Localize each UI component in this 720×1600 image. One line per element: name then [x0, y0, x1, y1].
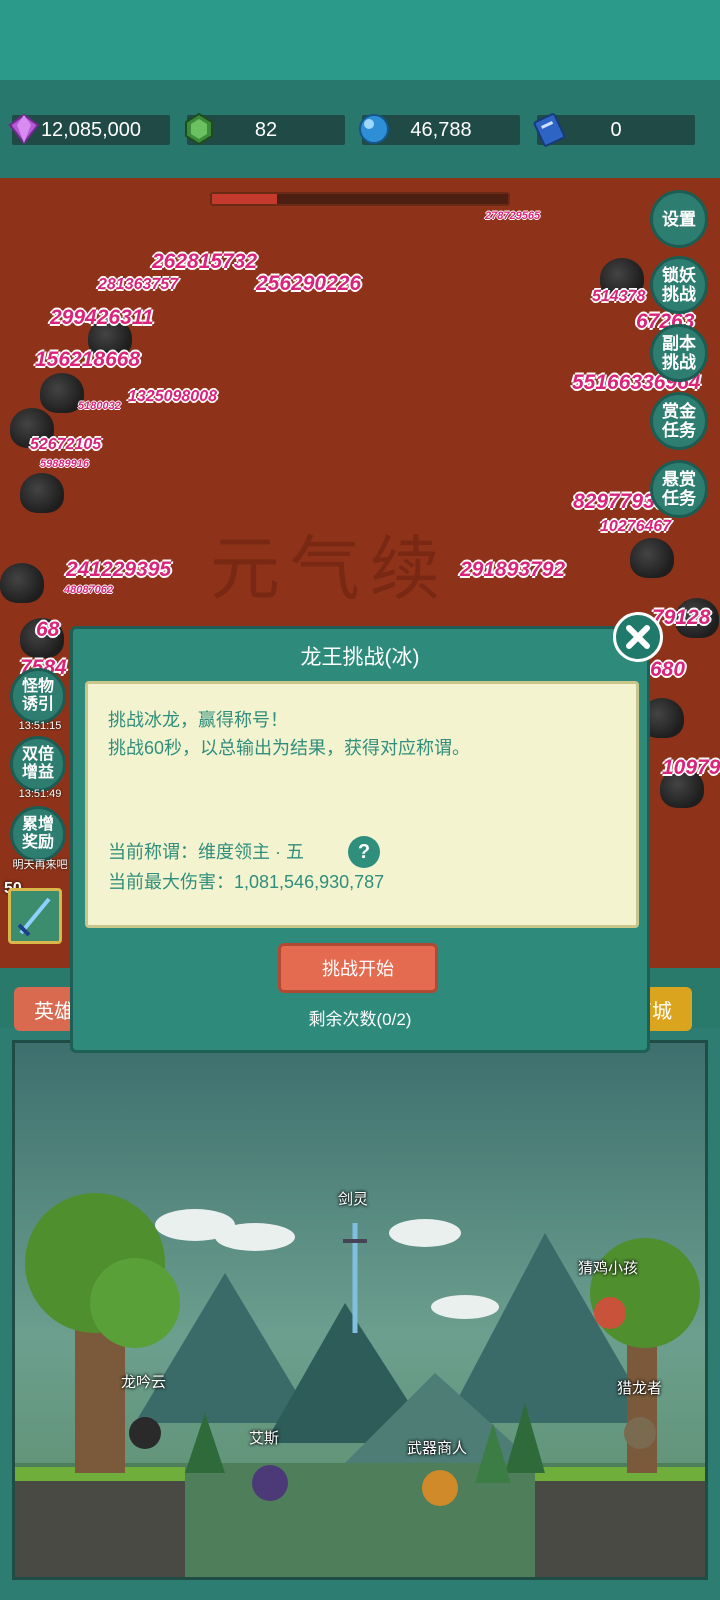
boss-hp-fill — [212, 194, 278, 204]
damage-number: 278729565 — [485, 210, 541, 222]
start-challenge-button[interactable]: 挑战开始 — [278, 943, 438, 993]
help-button[interactable]: ? — [348, 836, 380, 868]
gem-counter: 12,085,000 — [8, 113, 170, 145]
monster-lure-button[interactable]: 怪物 诱引 — [10, 668, 66, 724]
watermark: 元气续 — [210, 528, 450, 610]
damage-number: 514378 — [592, 288, 646, 305]
damage-number: 68 — [36, 618, 60, 641]
close-icon — [626, 625, 650, 649]
sword-icon — [17, 897, 51, 937]
npc-chicken-kid[interactable]: 猜鸡小孩 — [578, 1257, 638, 1278]
green-crystal-counter: 82 — [185, 112, 345, 146]
gem-icon — [8, 113, 40, 145]
lock-demon-challenge-button[interactable]: 锁妖 挑战 — [650, 256, 708, 314]
damage-number: 256290226 — [256, 272, 362, 295]
monster[interactable] — [20, 473, 64, 513]
monster-lure-timer: 13:51:15 — [18, 720, 62, 732]
settings-button[interactable]: 设置 — [650, 190, 708, 248]
monster[interactable] — [0, 563, 44, 603]
damage-number: 109799 — [662, 756, 720, 779]
npc-long-yinyun[interactable]: 龙吟云 — [121, 1371, 166, 1392]
accumulate-reward-button[interactable]: 累增 奖励 — [10, 806, 66, 862]
damage-number: 52672105 — [30, 436, 102, 453]
status-bar — [0, 0, 720, 80]
book-icon — [533, 113, 566, 147]
challenge-info-panel: 挑战冰龙，赢得称号！ 挑战60秒，以总输出为结果，获得对应称谓。 当前称谓：维度… — [85, 681, 639, 928]
npc-ais[interactable]: 艾斯 — [249, 1427, 279, 1448]
blue-orb-counter: 46,788 — [359, 114, 520, 145]
double-buff-timer: 13:51:49 — [18, 788, 62, 800]
remaining-attempts: 剩余次数(0/2) — [308, 1010, 412, 1029]
book-counter: 0 — [533, 113, 695, 147]
damage-number: 262815732 — [152, 250, 258, 273]
damage-number: 48087062 — [64, 584, 113, 596]
mountain-landscape — [15, 1193, 705, 1577]
damage-number: 1325098008 — [128, 388, 217, 405]
town-scene: 剑灵 猜鸡小孩 龙吟云 猎龙者 艾斯 武器商人 — [12, 1040, 708, 1580]
resource-bar: 12,085,000 82 46,788 0 — [0, 80, 720, 178]
green-crystal-icon — [185, 112, 213, 146]
challenge-desc-line2: 挑战60秒，以总输出为结果，获得对应称谓。 — [108, 738, 471, 758]
damage-number: 10276467 — [600, 518, 672, 535]
bounty-quest-button[interactable]: 赏金 任务 — [650, 392, 708, 450]
damage-number: 680 — [650, 658, 686, 681]
current-title: 当前称谓：维度领主 · 五 — [108, 842, 304, 862]
npc-dragon-hunter[interactable]: 猎龙者 — [617, 1377, 662, 1398]
dragon-king-challenge-dialog: 龙王挑战(冰) 挑战冰龙，赢得称号！ 挑战60秒，以总输出为结果，获得对应称谓。… — [70, 626, 650, 1053]
damage-number: 156218668 — [35, 348, 141, 371]
damage-number: 5180032 — [78, 400, 121, 412]
skill-slot-sword[interactable] — [8, 888, 62, 944]
double-buff-button[interactable]: 双倍 增益 — [10, 736, 66, 792]
damage-number: 281363757 — [98, 276, 179, 293]
damage-number: 299426311 — [50, 306, 154, 329]
npc-weapon-merchant[interactable]: 武器商人 — [407, 1437, 467, 1458]
damage-number: 241229395 — [66, 558, 172, 581]
dialog-title: 龙王挑战(冰) — [300, 646, 420, 669]
dungeon-challenge-button[interactable]: 副本 挑战 — [650, 324, 708, 382]
reward-quest-button[interactable]: 悬赏 任务 — [650, 460, 708, 518]
blue-orb-icon — [359, 114, 389, 144]
challenge-desc-line1: 挑战冰龙，赢得称号！ — [108, 710, 288, 730]
max-damage: 当前最大伤害：1,081,546,930,787 — [108, 872, 385, 892]
damage-number: 59889916 — [40, 458, 89, 470]
accumulate-reward-status: 明天再来吧 — [12, 859, 68, 871]
monster[interactable] — [630, 538, 674, 578]
npc-sword-spirit[interactable]: 剑灵 — [338, 1188, 368, 1209]
damage-number: 291893792 — [460, 558, 566, 581]
close-button[interactable] — [613, 612, 663, 662]
boss-hp-bar — [210, 192, 510, 206]
